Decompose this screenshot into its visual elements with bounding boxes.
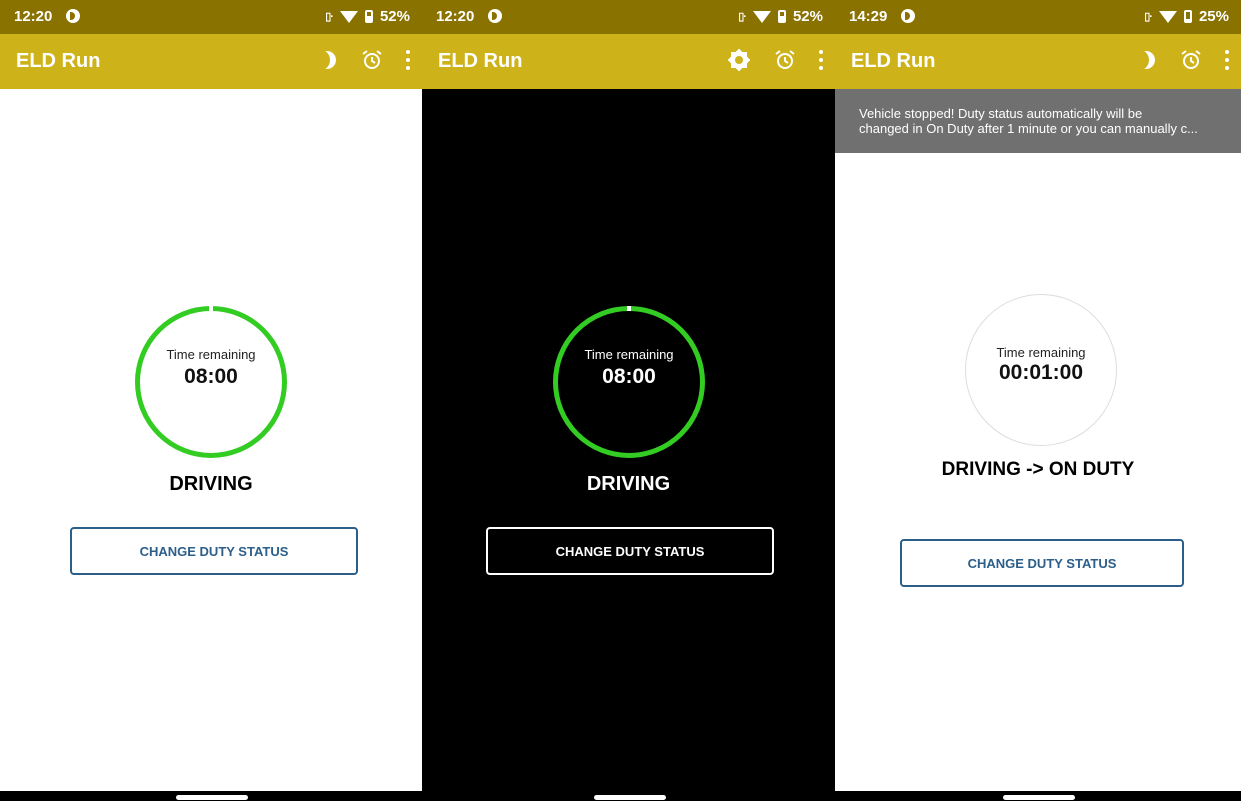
battery-percent: 52% [792, 8, 823, 25]
vibrate-icon: ▯· [738, 11, 747, 23]
battery-icon [777, 10, 786, 23]
main-content: Time remaining 08:00 DRIVING CHANGE DUTY… [0, 89, 422, 791]
moon-icon[interactable] [1131, 49, 1157, 71]
battery-icon [1183, 10, 1192, 23]
time-remaining-value: 08:00 [184, 365, 238, 388]
time-remaining-label: Time remaining [996, 345, 1086, 360]
app-title: ELD Run [851, 50, 936, 72]
sun-icon[interactable] [727, 48, 751, 72]
change-duty-status-button[interactable]: CHANGE DUTY STATUS [486, 527, 774, 575]
alarm-clock-icon[interactable] [773, 48, 797, 72]
time-remaining-label: Time remaining [584, 347, 674, 362]
moon-icon[interactable] [312, 49, 338, 71]
screen-light-driving: 12:20 ▯· 52% ELD Run Time remaining 08:0… [0, 0, 422, 801]
alarm-clock-icon[interactable] [1179, 48, 1203, 72]
clock: 14:29 [849, 8, 888, 25]
duty-status-text: DRIVING [169, 473, 253, 495]
notification-icon [66, 9, 80, 23]
ring-progress-marker [209, 306, 213, 311]
app-title: ELD Run [438, 50, 523, 72]
notification-icon [901, 9, 915, 23]
vehicle-stopped-snackbar: Vehicle stopped! Duty status automatical… [835, 89, 1241, 153]
change-duty-status-button[interactable]: CHANGE DUTY STATUS [70, 527, 358, 575]
status-bar: 12:20 ▯· 52% [422, 0, 835, 34]
time-remaining-label: Time remaining [166, 347, 256, 362]
more-vert-icon[interactable] [406, 48, 412, 72]
battery-percent: 25% [1198, 8, 1229, 25]
snackbar-line-2: changed in On Duty after 1 minute or you… [859, 121, 1198, 136]
wifi-icon [1158, 10, 1177, 23]
nav-bar [835, 791, 1241, 801]
time-remaining-value: 00:01:00 [998, 361, 1084, 384]
duty-status-text: DRIVING -> ON DUTY [941, 459, 1135, 480]
main-content: Time remaining 08:00 DRIVING CHANGE DUTY… [422, 89, 835, 791]
nav-bar [422, 791, 835, 801]
time-remaining-value: 08:00 [602, 365, 656, 388]
nav-bar [0, 791, 422, 801]
screen-light-stopped: 14:29 ▯· 25% ELD Run Vehicle stopped! Du… [835, 0, 1241, 801]
status-bar: 12:20 ▯· 52% [0, 0, 422, 34]
vibrate-icon: ▯· [1144, 11, 1153, 23]
more-vert-icon[interactable] [1225, 48, 1231, 72]
main-content: Vehicle stopped! Duty status automatical… [835, 89, 1241, 791]
app-bar: ELD Run [422, 34, 835, 89]
wifi-icon [339, 10, 358, 23]
app-bar: ELD Run [0, 34, 422, 89]
time-remaining-ring: Time remaining 00:01:00 [965, 294, 1117, 446]
clock: 12:20 [14, 8, 53, 25]
clock: 12:20 [436, 8, 475, 25]
home-indicator[interactable] [176, 795, 248, 800]
app-bar: ELD Run [835, 34, 1241, 89]
snackbar-line-1: Vehicle stopped! Duty status automatical… [859, 106, 1143, 121]
app-title: ELD Run [16, 50, 101, 72]
change-duty-status-button[interactable]: CHANGE DUTY STATUS [900, 539, 1184, 587]
battery-percent: 52% [379, 8, 410, 25]
vibrate-icon: ▯· [325, 11, 334, 23]
wifi-icon [752, 10, 771, 23]
duty-status-text: DRIVING [586, 473, 671, 495]
alarm-clock-icon[interactable] [360, 48, 384, 72]
screen-dark-driving: 12:20 ▯· 52% ELD Run Time remaining 08:0… [422, 0, 835, 801]
notification-icon [488, 9, 502, 23]
time-remaining-ring: Time remaining 08:00 [135, 306, 287, 458]
ring-progress-marker [627, 306, 631, 311]
time-remaining-ring: Time remaining 08:00 [553, 306, 705, 458]
battery-icon [364, 10, 373, 23]
status-bar: 14:29 ▯· 25% [835, 0, 1241, 34]
home-indicator[interactable] [1003, 795, 1075, 800]
home-indicator[interactable] [594, 795, 666, 800]
more-vert-icon[interactable] [819, 48, 825, 72]
